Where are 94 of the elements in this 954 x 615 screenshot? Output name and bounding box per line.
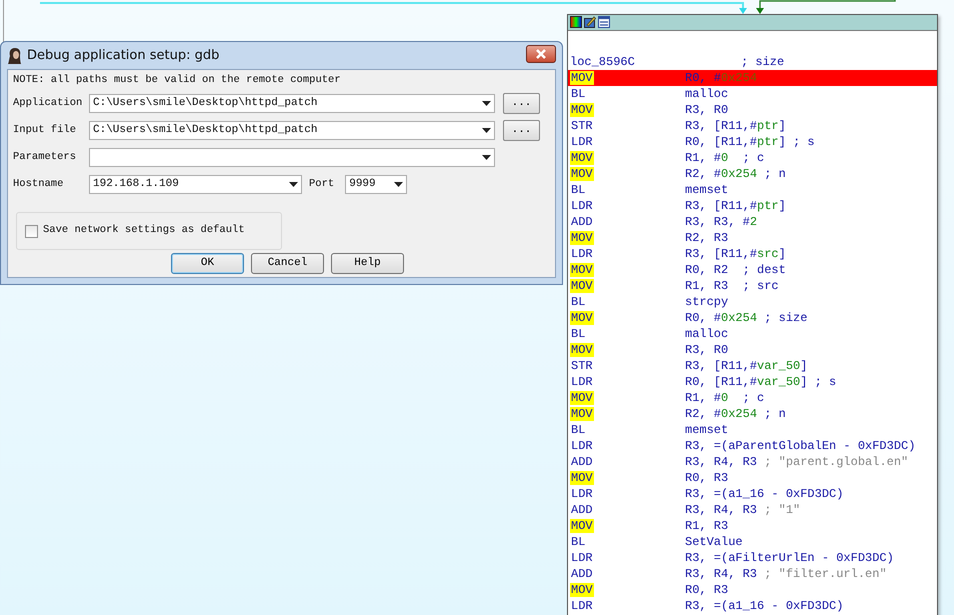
operand-text: R3, R4, R3 ; "1" bbox=[685, 502, 800, 518]
mnemonic: LDR bbox=[570, 247, 594, 261]
operand-text: R2, #0x254 ; n bbox=[685, 166, 786, 182]
operand-text: R0, R3 bbox=[685, 582, 728, 598]
mnemonic: MOV bbox=[570, 311, 594, 325]
note-text: NOTE: all paths must be valid on the remote computer bbox=[13, 73, 342, 88]
mnemonic: STR bbox=[570, 119, 594, 133]
operand-text: R1, #0 ; c bbox=[685, 150, 764, 166]
operand-text: R3, [R11,#src] bbox=[685, 246, 786, 262]
mnemonic: MOV bbox=[570, 279, 594, 293]
mnemonic: LDR bbox=[570, 487, 594, 501]
mnemonic: MOV bbox=[570, 263, 594, 277]
operand-text: R3, [R11,#ptr] bbox=[685, 198, 786, 214]
code-label: loc_8596C bbox=[570, 55, 635, 69]
operand-text: R3, R0 bbox=[685, 102, 728, 118]
person-silhouette-icon bbox=[7, 46, 23, 64]
mnemonic: MOV bbox=[570, 391, 594, 405]
mnemonic: MOV bbox=[570, 519, 594, 533]
operand-text: R3, R3, #2 bbox=[685, 214, 758, 230]
mnemonic: MOV bbox=[570, 71, 594, 85]
mnemonic: MOV bbox=[570, 151, 594, 165]
hostname-combo-box[interactable]: 192.168.1.109 bbox=[89, 175, 302, 194]
mnemonic: MOV bbox=[570, 167, 594, 181]
mnemonic: BL bbox=[570, 295, 586, 309]
operand-text: R1, #0 ; c bbox=[685, 390, 764, 406]
field-label: Input file bbox=[13, 122, 78, 138]
mnemonic: BL bbox=[570, 535, 586, 549]
mnemonic: LDR bbox=[570, 199, 594, 213]
mnemonic: MOV bbox=[570, 103, 594, 117]
operand-text: R3, R0 bbox=[685, 342, 728, 358]
operand-text: R0, R2 ; dest bbox=[685, 262, 786, 278]
field-label: Application bbox=[13, 96, 84, 111]
port-combo-box[interactable]: 9999 bbox=[345, 175, 408, 194]
mnemonic: ADD bbox=[570, 455, 594, 469]
mnemonic: LDR bbox=[570, 551, 594, 565]
mnemonic: ADD bbox=[570, 215, 594, 229]
close-icon bbox=[536, 49, 546, 60]
mnemonic: MOV bbox=[570, 407, 594, 421]
operand-text: R0, [R11,#var_50] ; s bbox=[685, 374, 836, 390]
field-label: Parameters bbox=[13, 150, 78, 165]
operand-text: malloc bbox=[685, 86, 728, 102]
operand-text: R3, =(aParentGlobalEn - 0xFD3DC) bbox=[685, 438, 916, 454]
close-button[interactable] bbox=[526, 44, 556, 62]
code-comment: ; size bbox=[741, 54, 784, 70]
browse-button[interactable]: ... bbox=[503, 120, 540, 141]
dialog-button[interactable]: OK bbox=[171, 253, 244, 274]
mnemonic: BL bbox=[570, 327, 586, 341]
mnemonic: ADD bbox=[570, 503, 594, 517]
dialog-button[interactable]: Cancel bbox=[251, 253, 324, 274]
operand-text: malloc bbox=[685, 326, 728, 342]
operand-text: R0, R3 bbox=[685, 470, 728, 486]
operand-text: strcpy bbox=[685, 294, 728, 310]
mnemonic: BL bbox=[570, 183, 586, 197]
operand-text: R1, R3 bbox=[685, 518, 728, 534]
operand-text: R0, #0x254 ; size bbox=[685, 310, 808, 326]
mnemonic: ADD bbox=[570, 567, 594, 581]
mnemonic: LDR bbox=[570, 135, 594, 149]
pencil-icon[interactable] bbox=[584, 16, 596, 28]
operand-text: R3, =(a1_16 - 0xFD3DC) bbox=[685, 486, 844, 502]
operand-text: R3, [R11,#var_50] bbox=[685, 358, 808, 374]
mnemonic: MOV bbox=[570, 471, 594, 485]
dialog-button[interactable]: Help bbox=[331, 253, 404, 274]
save-settings-checkbox[interactable] bbox=[25, 224, 38, 238]
mnemonic: MOV bbox=[570, 583, 594, 597]
operand-text: R3, R4, R3 ; "filter.url.en" bbox=[685, 566, 887, 582]
save-settings-label: Save network settings as default bbox=[43, 223, 245, 238]
path-combo-box[interactable]: C:\Users\smile\Desktop\httpd_patch bbox=[89, 121, 495, 140]
operand-text: R3, =(a1_16 - 0xFD3DC) bbox=[685, 598, 844, 614]
operand-text: R3, [R11,#ptr] bbox=[685, 118, 786, 134]
browse-button[interactable]: ... bbox=[503, 93, 540, 114]
hostname-label: Hostname bbox=[13, 176, 64, 192]
operand-text: R3, =(aFilterUrlEn - 0xFD3DC) bbox=[685, 550, 894, 566]
mnemonic: STR bbox=[570, 359, 594, 373]
operand-text: memset bbox=[685, 182, 728, 198]
mnemonic: BL bbox=[570, 423, 586, 437]
path-combo-box[interactable]: C:\Users\smile\Desktop\httpd_patch bbox=[89, 94, 495, 113]
mnemonic: MOV bbox=[570, 343, 594, 357]
operand-text: R0, #0x254 bbox=[685, 70, 758, 86]
operand-text: R2, #0x254 ; n bbox=[685, 406, 786, 422]
mnemonic: LDR bbox=[570, 599, 594, 613]
mnemonic: MOV bbox=[570, 231, 594, 245]
operand-text: R1, R3 ; src bbox=[685, 278, 779, 294]
operand-text: R0, [R11,#ptr] ; s bbox=[685, 134, 815, 150]
mnemonic: LDR bbox=[570, 439, 594, 453]
operand-text: SetValue bbox=[685, 534, 743, 550]
operand-text: R2, R3 bbox=[685, 230, 728, 246]
mnemonic: LDR bbox=[570, 375, 594, 389]
port-label: Port bbox=[309, 176, 334, 192]
operand-text: memset bbox=[685, 422, 728, 438]
mnemonic: BL bbox=[570, 87, 586, 101]
graph-window-icon[interactable] bbox=[598, 16, 610, 28]
dialog-title: Debug application setup: gdb bbox=[27, 46, 220, 65]
color-palette-icon[interactable] bbox=[570, 16, 582, 28]
operand-text: R3, R4, R3 ; "parent.global.en" bbox=[685, 454, 908, 470]
